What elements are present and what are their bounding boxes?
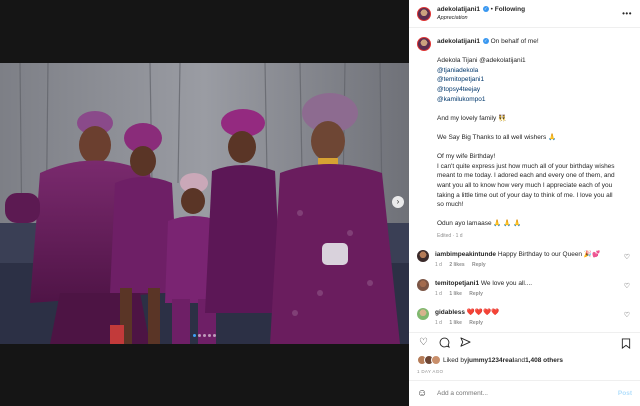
liker-avatar xyxy=(431,355,441,365)
mention-link[interactable]: @topsy4teejay xyxy=(437,85,632,95)
caption-author-avatar[interactable] xyxy=(417,37,431,51)
mention-link[interactable]: @temitopetjani1 xyxy=(437,75,632,85)
comment-likes[interactable]: 2 likes xyxy=(449,262,464,268)
caption-line: so much! xyxy=(437,201,464,209)
reply-button[interactable]: Reply xyxy=(469,320,483,326)
chevron-right-icon: › xyxy=(396,197,400,206)
caption-author-username[interactable]: adekolatijani1 xyxy=(437,38,480,45)
mention-link[interactable]: @tjaniadekola xyxy=(437,66,632,76)
emoji-icon[interactable]: ☺ xyxy=(417,388,429,399)
carousel-dot xyxy=(208,334,211,337)
commenter-avatar[interactable] xyxy=(417,308,429,321)
comment: temitopetjani1 We love you all.... 1 d 1… xyxy=(417,279,632,299)
caption-line: I can't quite express just how much all … xyxy=(437,162,615,170)
commenter-username[interactable]: gidabless xyxy=(435,309,465,316)
carousel-dot xyxy=(193,334,196,337)
comment-text: Happy Birthday to our Queen 🎉💕 xyxy=(497,251,601,259)
comment-time[interactable]: 1 d xyxy=(435,320,442,326)
likes-prefix: Liked by xyxy=(443,356,468,364)
comment-time[interactable]: 1 d xyxy=(435,291,442,297)
carousel-dot xyxy=(213,334,216,337)
following-button[interactable]: Following xyxy=(495,6,525,13)
next-slide-button[interactable]: › xyxy=(392,196,404,208)
commenter-avatar[interactable] xyxy=(417,250,429,263)
comment-likes[interactable]: 1 like xyxy=(449,291,462,297)
post-header: adekolatijani1 ✓ • Following Appreciatio… xyxy=(409,0,640,28)
caption-line: And my lovely family 👯 xyxy=(437,114,507,122)
caption-line: On behalf of me! xyxy=(490,38,539,45)
likes-others-link[interactable]: 1,408 others xyxy=(525,357,563,364)
bookmark-icon[interactable] xyxy=(619,337,632,350)
comment-time[interactable]: 1 d xyxy=(435,262,442,268)
comment-like-heart-icon[interactable]: ♡ xyxy=(624,253,630,261)
commenter-username[interactable]: iambimpeakintunde xyxy=(435,251,496,258)
comment: iambimpeakintunde Happy Birthday to our … xyxy=(417,250,632,270)
post-comment-button[interactable]: Post xyxy=(618,390,632,397)
commenter-avatar[interactable] xyxy=(417,279,429,292)
caption-line: Odun ayo lamaase 🙏 🙏 🙏 xyxy=(437,220,522,228)
author-username[interactable]: adekolatijani1 xyxy=(437,6,480,13)
post-actions-bar: ♡ xyxy=(409,332,640,352)
comment-likes[interactable]: 1 like xyxy=(449,320,462,326)
caption-line: taking a little time out of your day to … xyxy=(437,191,613,199)
author-avatar[interactable] xyxy=(417,6,431,21)
caption: adekolatijani1 ✓ On behalf of me! Adekol… xyxy=(417,37,632,241)
carousel-dot xyxy=(198,334,201,337)
carousel-dot xyxy=(203,334,206,337)
caption-line: We Say Big Thanks to all well wishers 🙏 xyxy=(437,133,557,141)
caption-line: want you all to know how very much I app… xyxy=(437,181,613,189)
comment-input[interactable] xyxy=(437,390,618,397)
mention-link[interactable]: @kamilukompo1 xyxy=(437,95,632,105)
caption-line: Of my wife Birthday! xyxy=(437,153,496,161)
post-subtitle: Appreciation xyxy=(437,14,468,21)
verified-badge-icon: ✓ xyxy=(482,5,489,12)
caption-edited-meta: Edited · 1 d xyxy=(437,232,463,239)
comment-like-heart-icon[interactable]: ♡ xyxy=(624,282,630,290)
commenter-username[interactable]: temitopetjani1 xyxy=(435,280,479,287)
post-time-ago[interactable]: 1 DAY AGO xyxy=(417,369,443,374)
post-details-panel: adekolatijani1 ✓ • Following Appreciatio… xyxy=(409,0,640,406)
reply-button[interactable]: Reply xyxy=(469,291,483,297)
post-photo[interactable]: › xyxy=(0,63,409,344)
verified-badge-icon: ✓ xyxy=(482,38,489,45)
share-icon[interactable] xyxy=(459,336,472,349)
family-photo-image xyxy=(0,63,409,344)
more-options-icon[interactable]: ••• xyxy=(622,9,632,18)
comment-text: We love you all.... xyxy=(480,280,533,288)
comments-scroll-area[interactable]: adekolatijani1 ✓ On behalf of me! Adekol… xyxy=(409,29,640,329)
comment-text: ❤️❤️❤️❤️ xyxy=(466,309,500,317)
liker-username-link[interactable]: jummy1234real xyxy=(467,357,514,364)
comment: gidabless ❤️❤️❤️❤️ 1 d 1 like Reply ♡ xyxy=(417,308,632,328)
caption-line: Adekola Tijani @adekolatijani1 xyxy=(437,57,526,65)
likes-summary: Liked by jummy1234real and 1,408 others xyxy=(417,355,563,365)
add-comment-bar: ☺ Post xyxy=(409,380,640,406)
heart-icon[interactable]: ♡ xyxy=(417,336,430,349)
likes-middle: and xyxy=(514,356,526,364)
comment-like-heart-icon[interactable]: ♡ xyxy=(624,311,630,319)
liker-avatars xyxy=(417,355,441,365)
reply-button[interactable]: Reply xyxy=(472,262,486,268)
carousel-indicator xyxy=(0,334,409,338)
caption-line: meant to me today. I adored each and eve… xyxy=(437,172,615,180)
comment-icon[interactable] xyxy=(438,336,451,349)
